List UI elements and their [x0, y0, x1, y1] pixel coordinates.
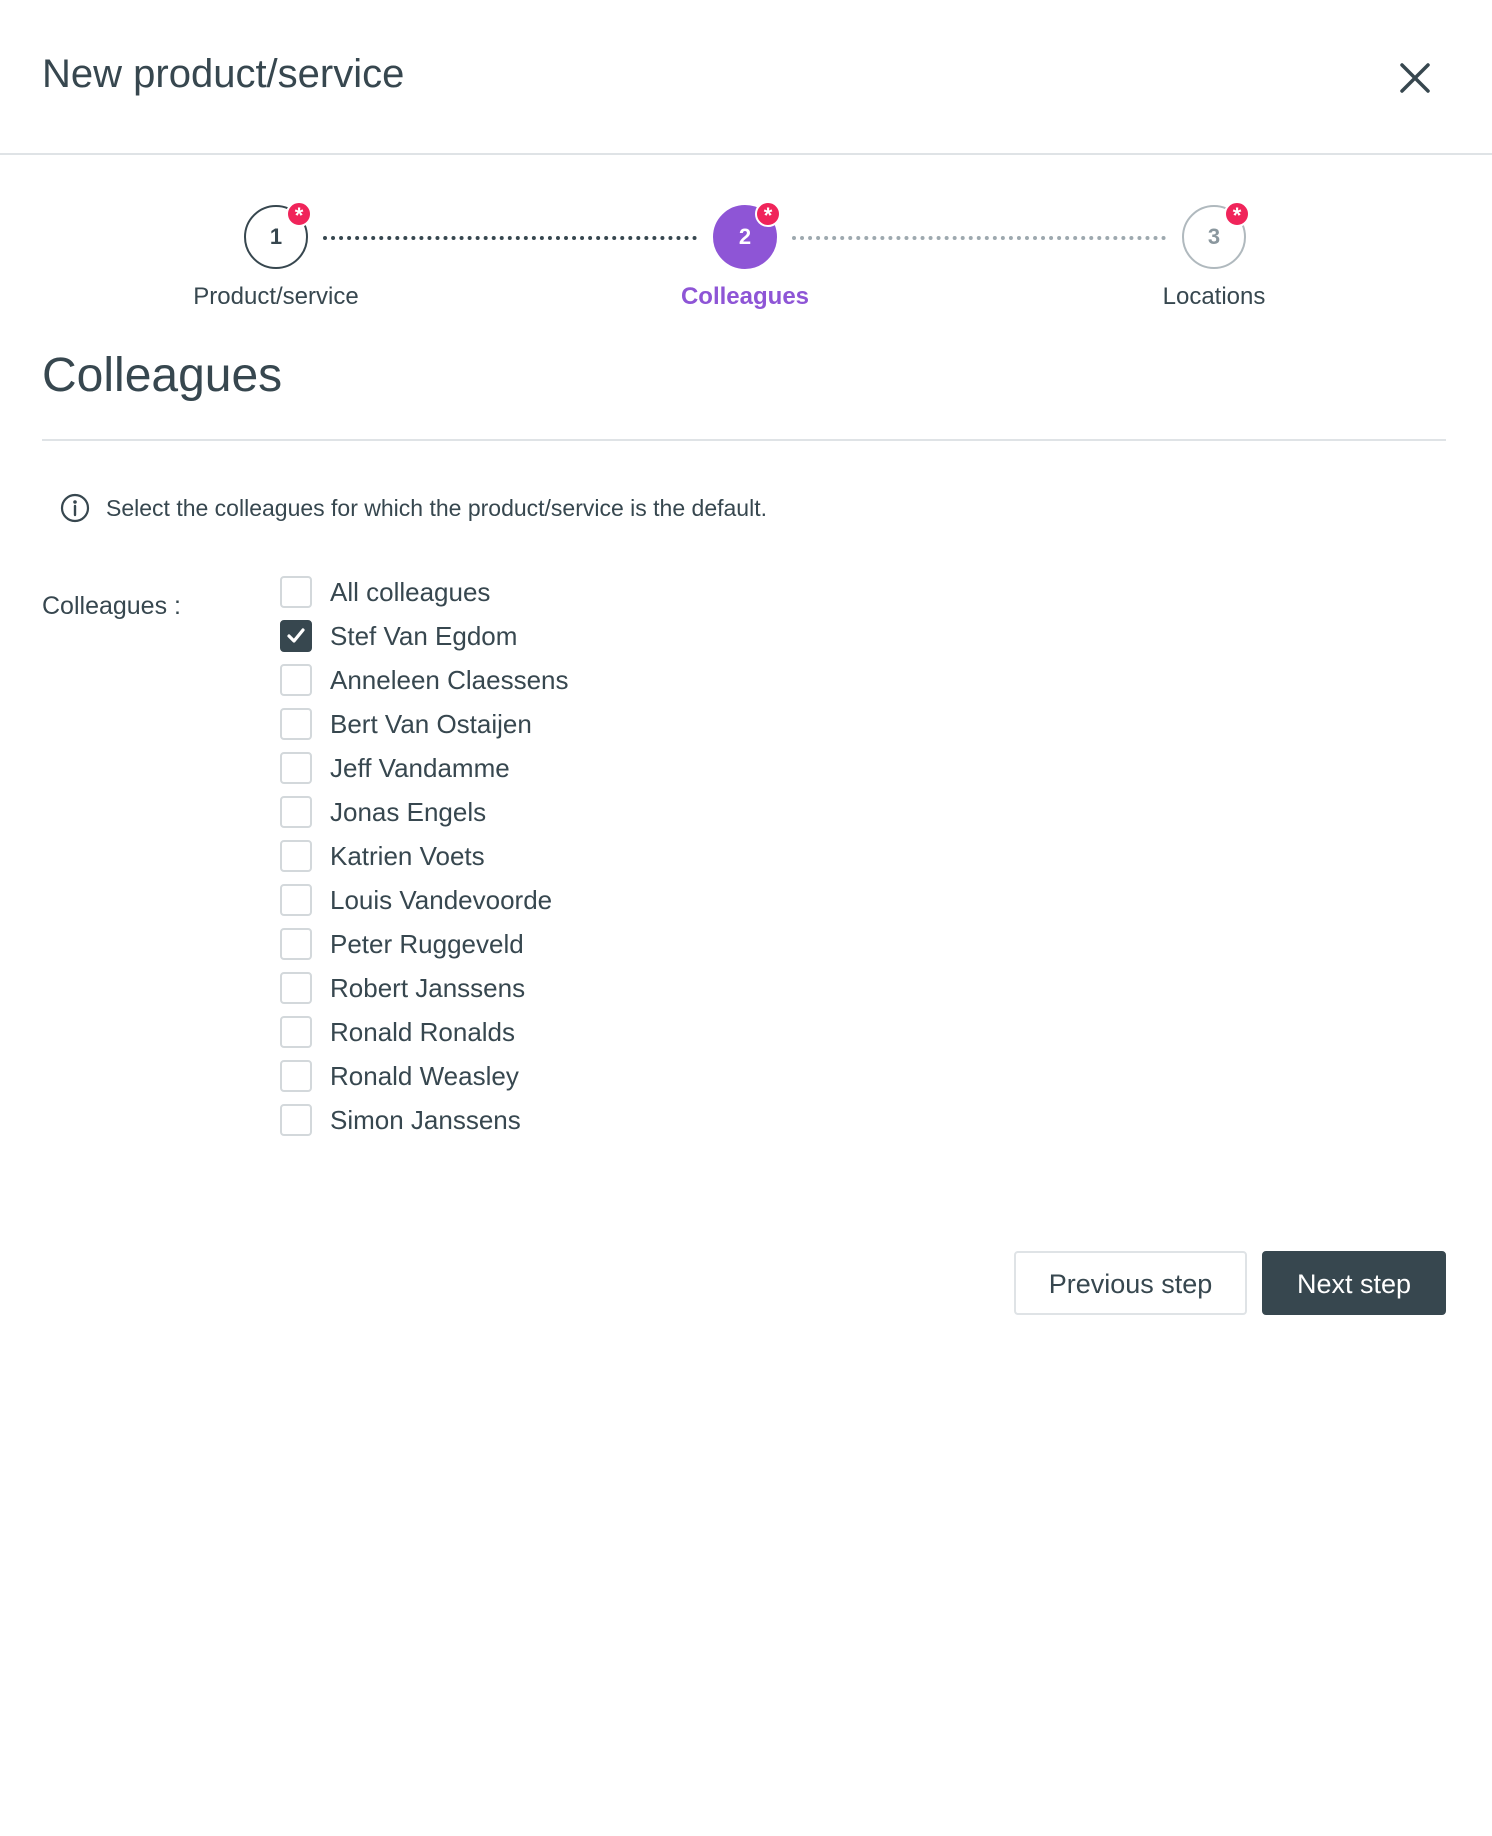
stepper: 1 * Product/service 2 * Colleagues 3 * L… [0, 175, 1492, 325]
checkbox-label: Jonas Engels [330, 796, 487, 827]
checkbox[interactable] [280, 1016, 312, 1048]
checkbox[interactable] [280, 576, 312, 608]
step-2-number: 2 [738, 224, 752, 249]
close-icon [1400, 63, 1430, 93]
checkbox-label: Anneleen Claessens [330, 664, 569, 695]
checkbox-label: All colleagues [330, 576, 491, 607]
step-product-service[interactable]: 1 * Product/service [146, 201, 406, 311]
close-button[interactable] [1390, 53, 1440, 103]
colleague-checkbox-row[interactable]: Jeff Vandamme [280, 746, 569, 790]
step-1-label: Product/service [193, 283, 359, 310]
info-text: Select the colleagues for which the prod… [106, 494, 767, 521]
required-badge: * [286, 201, 312, 228]
checkmark-icon [287, 628, 305, 643]
checkbox[interactable] [280, 620, 312, 652]
colleague-checkbox-row[interactable]: Bert Van Ostaijen [280, 702, 569, 746]
dialog-title: New product/service [42, 52, 405, 96]
colleague-checkbox-row[interactable]: All colleagues [280, 570, 569, 614]
info-icon [60, 493, 90, 523]
step-1-number: 1 [269, 224, 283, 249]
checkbox[interactable] [280, 1104, 312, 1136]
colleague-checkbox-row[interactable]: Peter Ruggeveld [280, 922, 569, 966]
colleague-checkbox-row[interactable]: Jonas Engels [280, 790, 569, 834]
checkbox-label: Ronald Weasley [330, 1060, 519, 1091]
step-1-circle: 1 * [244, 201, 312, 269]
colleague-checkbox-row[interactable]: Ronald Ronalds [280, 1010, 569, 1054]
colleague-checkbox-row[interactable]: Stef Van Egdom [280, 614, 569, 658]
section-title: Colleagues [42, 349, 283, 402]
checkbox[interactable] [280, 1060, 312, 1092]
checkbox-label: Ronald Ronalds [330, 1016, 516, 1047]
step-2-label: Colleagues [680, 283, 810, 310]
colleagues-checkbox-list: All colleagues Stef Van Egdom Anneleen Cla… [280, 570, 569, 1142]
checkbox-label: Katrien Voets [330, 840, 485, 871]
colleagues-field-label: Colleagues : [42, 592, 181, 620]
step-2-circle: 2 * [713, 201, 781, 269]
step-3-number: 3 [1207, 224, 1221, 249]
next-step-button[interactable]: Next step [1262, 1251, 1446, 1315]
step-colleagues[interactable]: 2 * Colleagues [615, 201, 875, 311]
colleague-checkbox-row[interactable]: Robert Janssens [280, 966, 569, 1010]
checkbox-label: Stef Van Egdom [330, 620, 518, 651]
colleague-checkbox-row[interactable]: Louis Vandevoorde [280, 878, 569, 922]
required-badge: * [1224, 201, 1250, 228]
checkbox[interactable] [280, 884, 312, 916]
colleague-checkbox-row[interactable]: Katrien Voets [280, 834, 569, 878]
section-divider [42, 439, 1446, 441]
checkbox[interactable] [280, 972, 312, 1004]
colleague-checkbox-row[interactable]: Anneleen Claessens [280, 658, 569, 702]
checkbox-label: Bert Van Ostaijen [330, 708, 532, 739]
checkbox-label: Peter Ruggeveld [330, 928, 524, 959]
previous-step-button[interactable]: Previous step [1014, 1251, 1247, 1315]
step-3-label: Locations [1162, 283, 1266, 310]
checkbox-label: Louis Vandevoorde [330, 884, 553, 915]
checkbox[interactable] [280, 928, 312, 960]
step-3-circle: 3 * [1182, 201, 1250, 269]
checkbox-label: Robert Janssens [330, 972, 526, 1003]
colleague-checkbox-row[interactable]: Ronald Weasley [280, 1054, 569, 1098]
checkbox[interactable] [280, 840, 312, 872]
info-message: Select the colleagues for which the prod… [60, 493, 767, 523]
step-locations[interactable]: 3 * Locations [1084, 201, 1344, 311]
checkbox[interactable] [280, 796, 312, 828]
checkbox-label: Simon Janssens [330, 1104, 521, 1135]
colleague-checkbox-row[interactable]: Simon Janssens [280, 1098, 569, 1142]
checkbox[interactable] [280, 664, 312, 696]
checkbox-label: Jeff Vandamme [330, 752, 510, 783]
checkbox[interactable] [280, 708, 312, 740]
checkbox[interactable] [280, 752, 312, 784]
dialog-header: New product/service [0, 0, 1492, 155]
required-badge: * [755, 201, 781, 228]
